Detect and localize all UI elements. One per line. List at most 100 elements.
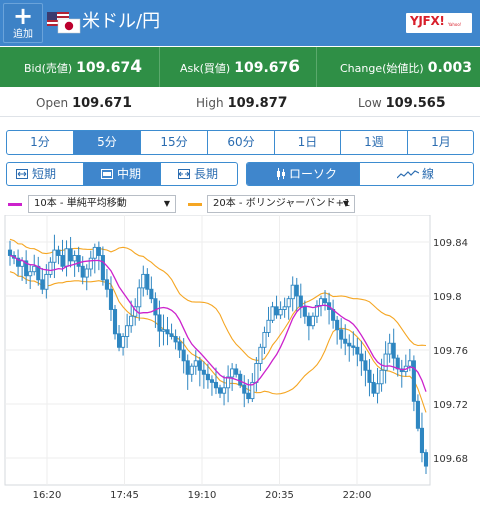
candle-body xyxy=(88,257,93,270)
candle-body xyxy=(189,365,194,375)
brand-logo: YJFX! Yahoo! xyxy=(406,13,472,33)
candle-body xyxy=(318,298,324,306)
candle-body xyxy=(48,261,53,275)
candle-body xyxy=(217,387,223,394)
candle-body xyxy=(339,329,344,340)
candle-body xyxy=(52,249,57,263)
candle-body xyxy=(100,255,105,281)
candle-body xyxy=(153,298,158,316)
candle-body xyxy=(343,338,348,344)
us-jp-flag-icon xyxy=(47,12,81,34)
period-tabs: 1分 5分 15分 60分 1日 1週 1月 xyxy=(6,130,474,155)
period-tab-1min[interactable]: 1分 xyxy=(7,131,74,154)
x-tick-label: 22:00 xyxy=(343,490,372,501)
candle-body xyxy=(351,345,356,348)
candle-body xyxy=(347,342,352,347)
candle-body xyxy=(141,273,146,289)
range-tab-long[interactable]: 長期 xyxy=(161,163,237,185)
period-tab-1month[interactable]: 1月 xyxy=(408,131,473,154)
candle-body xyxy=(28,271,33,277)
candle-body xyxy=(213,381,219,389)
y-tick-label: 109.68 xyxy=(433,454,468,465)
candle-body xyxy=(161,329,166,332)
candle-body xyxy=(169,333,174,337)
candle-body xyxy=(149,288,154,300)
bb-legend-swatch xyxy=(188,203,202,206)
y-tick-label: 109.72 xyxy=(433,400,468,411)
range-tabs: 短期 中期 長期 xyxy=(6,162,238,186)
candle-body xyxy=(371,381,376,394)
candle-body xyxy=(181,349,186,362)
candle-body xyxy=(209,379,214,383)
range-long-icon xyxy=(178,169,190,179)
candle-body xyxy=(278,309,283,316)
range-short-icon xyxy=(16,169,28,179)
period-tab-1week[interactable]: 1週 xyxy=(341,131,408,154)
candle-body xyxy=(230,368,235,378)
currency-pair-title: 米ドル/円 xyxy=(82,11,161,32)
range-mid-icon xyxy=(101,169,113,179)
dropdown-arrow-icon: ▼ xyxy=(163,199,170,208)
candle-body xyxy=(383,353,388,371)
range-tab-mid[interactable]: 中期 xyxy=(84,163,161,185)
x-tick-label: 19:10 xyxy=(188,490,217,501)
candle-body xyxy=(270,306,275,321)
line-chart-icon xyxy=(397,170,419,179)
candle-body xyxy=(302,306,307,317)
bid-rate: Bid(売値) 109.674 xyxy=(24,57,143,77)
candle-body xyxy=(193,360,198,367)
x-tick-label: 16:20 xyxy=(33,490,62,501)
chart-type-tab-line[interactable]: 線 xyxy=(360,163,473,185)
period-tab-1day[interactable]: 1日 xyxy=(275,131,341,154)
candle-body xyxy=(335,319,340,331)
period-tab-60min[interactable]: 60分 xyxy=(208,131,275,154)
candle-body xyxy=(205,373,210,381)
candle-body xyxy=(201,369,206,375)
candle-body xyxy=(258,346,263,364)
candle-body xyxy=(84,268,89,278)
candle-body xyxy=(44,273,49,290)
candle-body xyxy=(294,284,299,297)
candle-body xyxy=(56,249,61,256)
period-tab-5min[interactable]: 5分 xyxy=(74,131,141,154)
price-chart[interactable]: 16:20 17:45 19:10 20:35 22:00 109.84 109.8 109.… xyxy=(0,215,480,510)
range-tab-short[interactable]: 短期 xyxy=(7,163,84,185)
y-tick-label: 109.84 xyxy=(433,238,468,249)
candle-body xyxy=(40,279,45,290)
period-tab-15min[interactable]: 15分 xyxy=(141,131,208,154)
candle-body xyxy=(173,336,178,343)
candle-body xyxy=(222,387,227,394)
candle-body xyxy=(104,279,109,290)
candle-body xyxy=(108,288,114,310)
candle-body xyxy=(423,452,429,467)
candle-body xyxy=(185,360,190,375)
candle-body xyxy=(359,353,364,362)
plus-icon: + xyxy=(12,2,34,30)
chart-type-tab-candle[interactable]: ローソク xyxy=(247,163,360,185)
candle-body xyxy=(80,265,85,278)
chart-type-tabs: ローソク 線 xyxy=(246,162,474,186)
candle-body xyxy=(7,249,13,256)
candle-body xyxy=(322,298,328,304)
add-button[interactable]: + 追加 xyxy=(3,3,43,43)
candle-body xyxy=(238,373,243,386)
ask-rate: Ask(買値) 109.676 xyxy=(180,57,301,77)
candle-body xyxy=(197,360,202,371)
ma-legend-swatch xyxy=(8,203,22,206)
candle-body xyxy=(407,360,412,367)
candle-body xyxy=(274,306,279,316)
candle-body xyxy=(177,341,182,351)
candle-body xyxy=(387,342,392,355)
candle-body xyxy=(363,360,368,371)
candle-body xyxy=(60,255,65,267)
candle-body xyxy=(242,384,247,394)
candle-body xyxy=(262,331,267,348)
dropdown-arrow-icon: ▼ xyxy=(342,199,349,208)
candle-body xyxy=(419,427,425,454)
x-tick-label: 17:45 xyxy=(110,490,139,501)
candle-body xyxy=(395,357,400,370)
bb-indicator-select[interactable]: 20本 - ボリンジャーバンド+1 ▼ xyxy=(207,195,355,213)
ma-indicator-select[interactable]: 10本 - 単純平均移動 ▼ xyxy=(28,195,176,213)
candle-body xyxy=(72,255,77,262)
candle-body xyxy=(411,360,416,402)
